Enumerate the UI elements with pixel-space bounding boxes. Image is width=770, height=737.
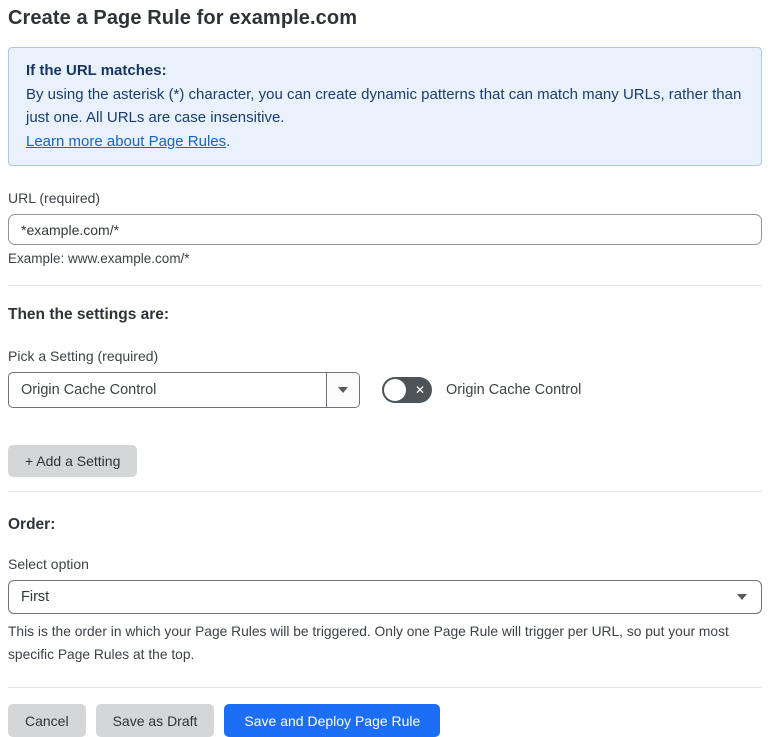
setting-select[interactable]: Origin Cache Control xyxy=(8,372,360,408)
chevron-down-icon xyxy=(737,594,747,600)
save-and-deploy-button[interactable]: Save and Deploy Page Rule xyxy=(224,704,441,737)
toggle-off-x-icon: ✕ xyxy=(414,383,425,397)
url-example-helper: Example: www.example.com/* xyxy=(8,251,190,266)
info-box-link-line: Learn more about Page Rules. xyxy=(26,130,744,154)
settings-section-heading: Then the settings are: xyxy=(8,306,170,323)
info-box-body: By using the asterisk (*) character, you… xyxy=(26,85,742,127)
chevron-down-icon xyxy=(338,387,348,393)
url-input[interactable] xyxy=(8,214,762,245)
setting-row: Origin Cache Control ✕ Origin Cache Cont… xyxy=(8,372,762,408)
setting-select-caret-button[interactable] xyxy=(326,373,359,407)
divider xyxy=(8,687,762,688)
info-box-heading: If the URL matches: xyxy=(26,62,167,79)
learn-more-link[interactable]: Learn more about Page Rules xyxy=(26,133,226,150)
divider xyxy=(8,491,762,492)
url-field-label: URL (required) xyxy=(8,190,101,206)
order-section-heading: Order: xyxy=(8,516,56,533)
divider xyxy=(8,285,762,286)
link-suffix: . xyxy=(226,132,231,150)
origin-cache-control-toggle[interactable]: ✕ xyxy=(382,377,432,403)
order-select-value: First xyxy=(21,589,50,605)
toggle-knob xyxy=(384,379,406,401)
footer-actions: Cancel Save as Draft Save and Deploy Pag… xyxy=(8,704,762,737)
order-select[interactable]: First xyxy=(8,580,762,614)
page-title: Create a Page Rule for example.com xyxy=(8,7,358,29)
save-as-draft-button[interactable]: Save as Draft xyxy=(95,704,215,737)
pick-setting-label: Pick a Setting (required) xyxy=(8,348,159,364)
setting-select-value: Origin Cache Control xyxy=(21,382,157,398)
add-setting-button[interactable]: + Add a Setting xyxy=(8,445,138,477)
url-match-info-box: If the URL matches: By using the asteris… xyxy=(8,47,762,166)
cancel-button[interactable]: Cancel xyxy=(8,704,86,737)
order-select-label: Select option xyxy=(8,556,89,572)
toggle-setting-label: Origin Cache Control xyxy=(446,382,582,398)
order-helper-text: This is the order in which your Page Rul… xyxy=(8,624,729,662)
